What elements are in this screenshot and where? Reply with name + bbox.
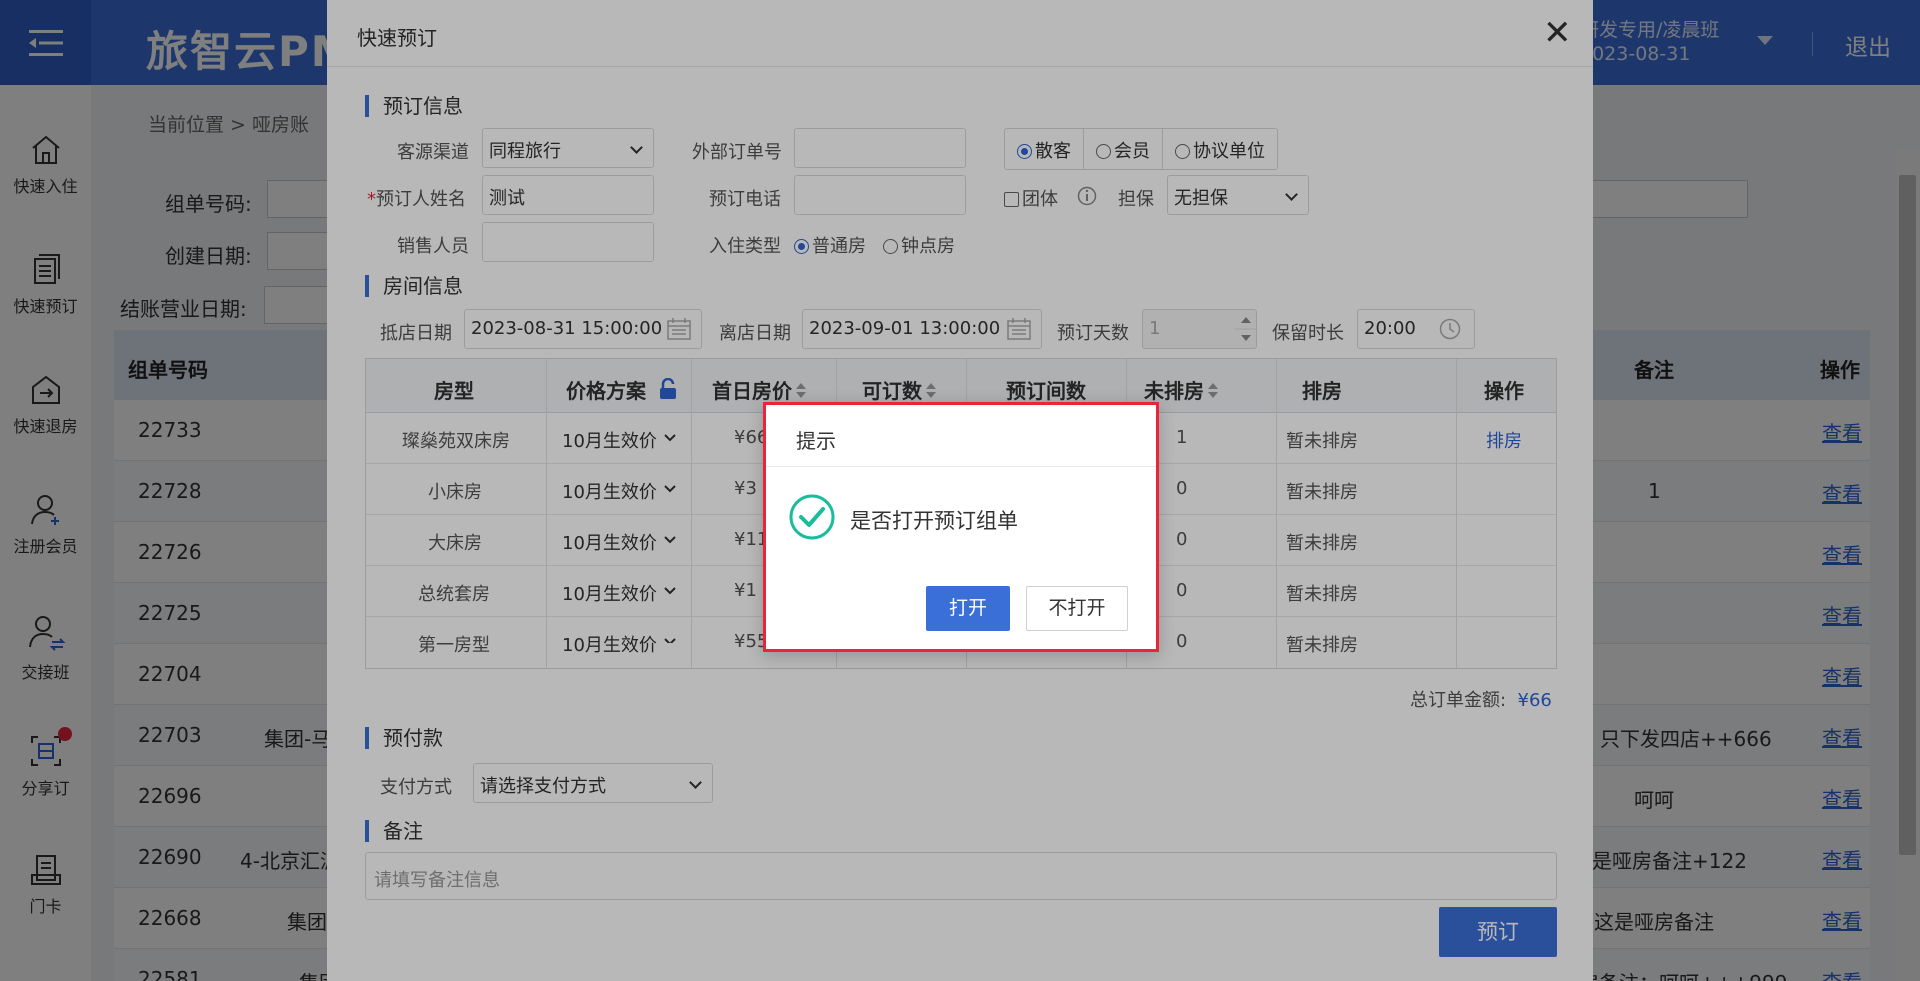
confirm-message: 是否打开预订组单	[850, 509, 1018, 533]
confirm-header: 提示	[766, 405, 1156, 467]
success-check-icon	[789, 494, 835, 540]
open-button[interactable]: 打开	[926, 586, 1010, 631]
dont-open-button[interactable]: 不打开	[1026, 586, 1128, 631]
confirm-dialog: 提示 是否打开预订组单 打开 不打开	[763, 402, 1159, 652]
confirm-title: 提示	[796, 429, 836, 453]
